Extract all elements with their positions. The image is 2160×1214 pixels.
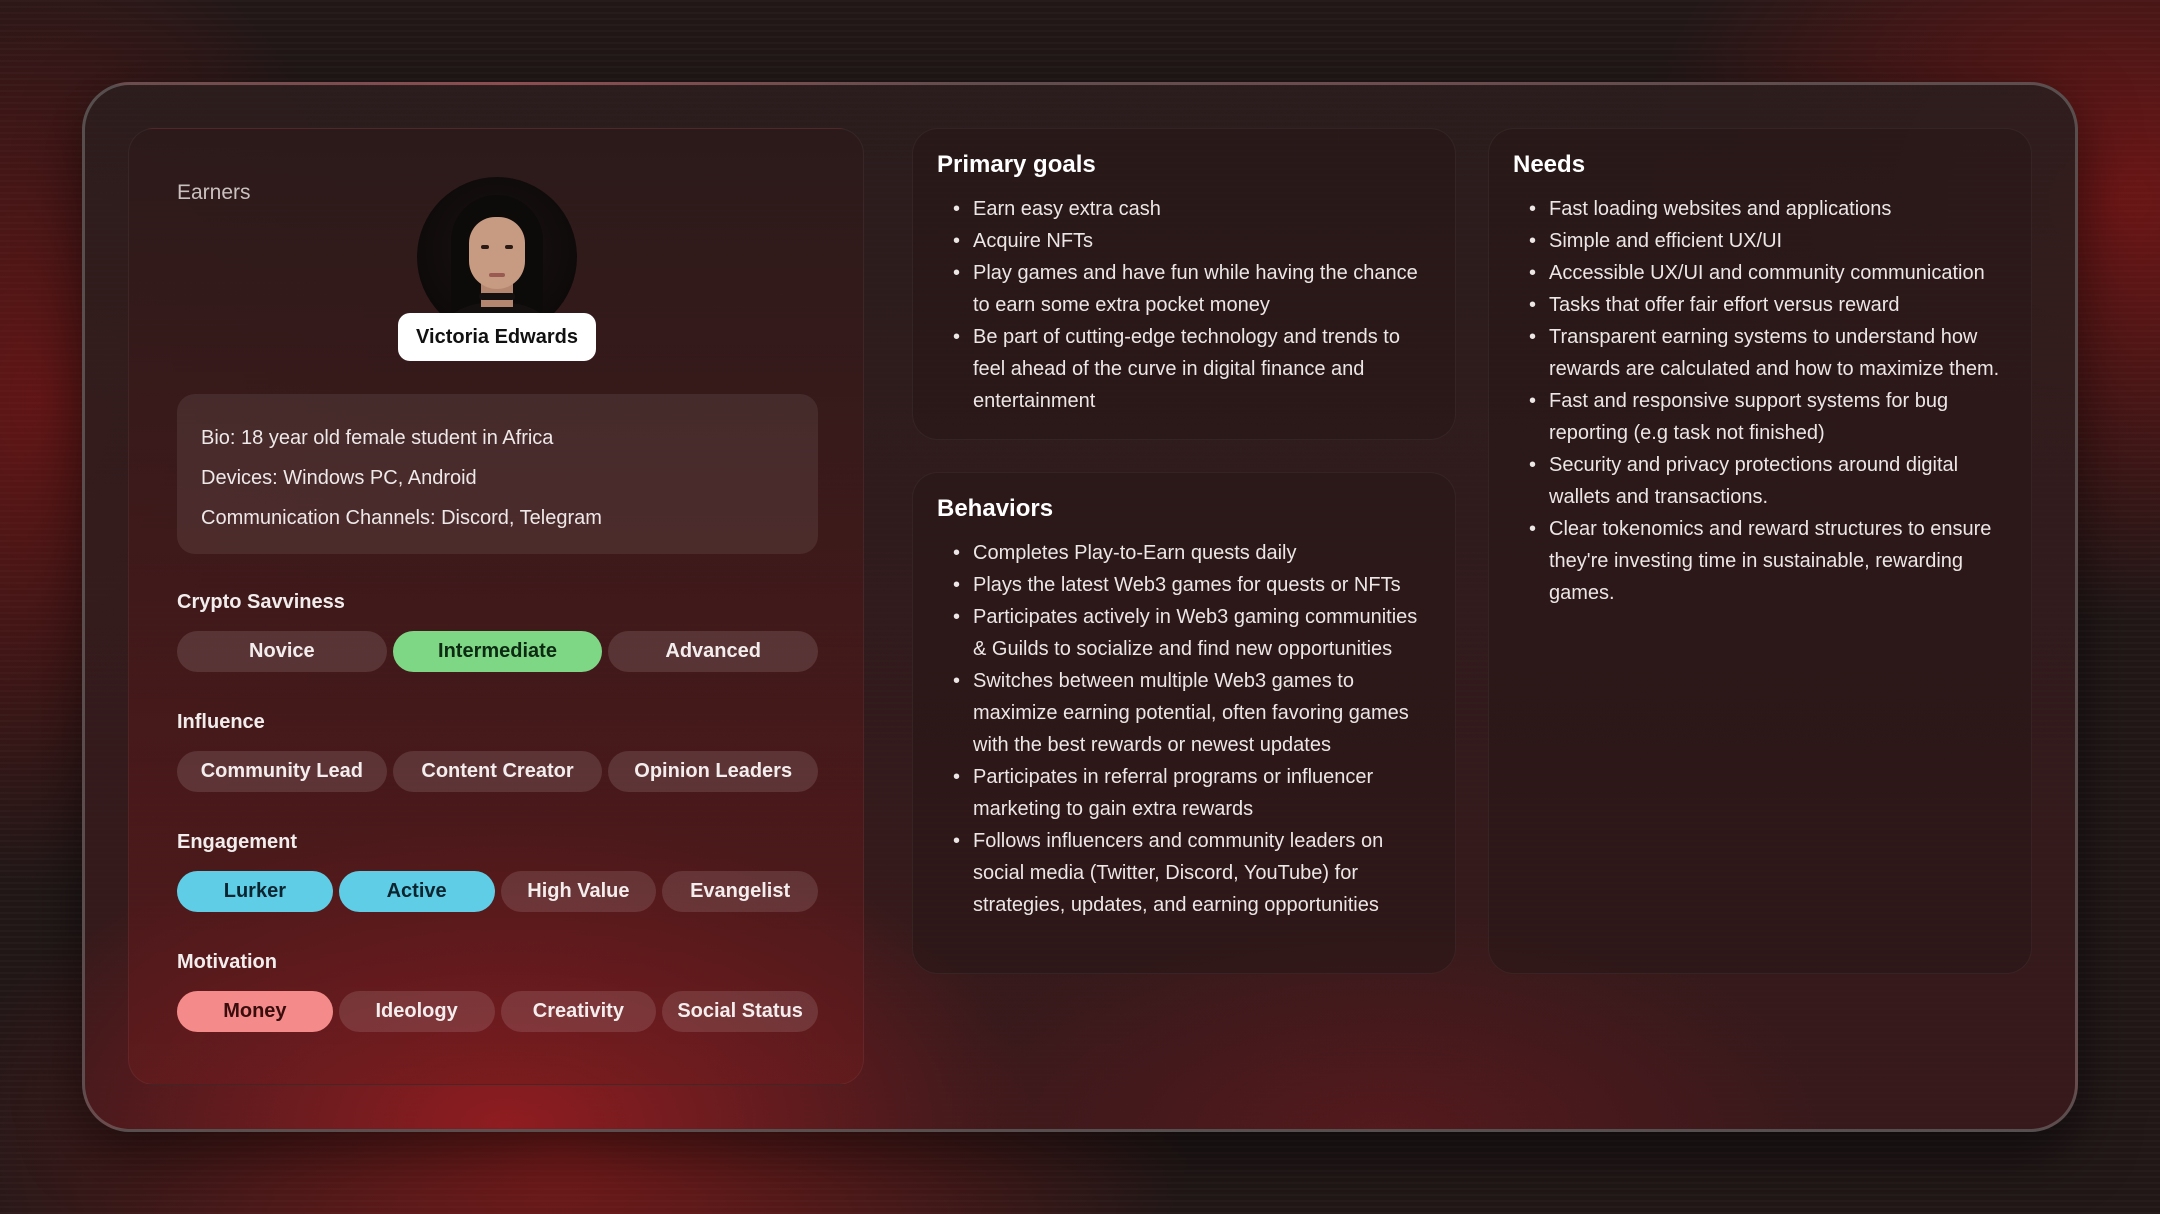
pill-active[interactable]: Active	[338, 871, 495, 912]
bio-box: Bio: 18 year old female student in Afric…	[177, 394, 818, 554]
channels-line: Communication Channels: Discord, Telegra…	[201, 507, 602, 529]
pill-creativity[interactable]: Creativity	[500, 991, 657, 1032]
list-item: Fast loading websites and applications	[1519, 193, 2009, 225]
list-item: Clear tokenomics and reward structures t…	[1519, 513, 2009, 609]
pill-content-creator[interactable]: Content Creator	[392, 751, 603, 792]
list-item: Fast and responsive support systems for …	[1519, 385, 2009, 449]
list-item: Acquire NFTs	[943, 225, 1433, 257]
pill-community-lead[interactable]: Community Lead	[177, 751, 387, 792]
pill-advanced[interactable]: Advanced	[608, 631, 819, 672]
primary-goals-title: Primary goals	[937, 151, 1096, 178]
list-item: Plays the latest Web3 games for quests o…	[943, 569, 1433, 601]
persona-category: Earners	[177, 181, 251, 204]
pill-lurker[interactable]: Lurker	[177, 871, 333, 912]
list-item: Be part of cutting-edge technology and t…	[943, 321, 1433, 417]
engagement-title: Engagement	[177, 831, 298, 853]
list-item: Switches between multiple Web3 games to …	[943, 665, 1433, 761]
behaviors-card: Behaviors Completes Play-to-Earn quests …	[912, 472, 1456, 974]
primary-goals-card: Primary goals Earn easy extra cash Acqui…	[912, 128, 1456, 440]
devices-line: Devices: Windows PC, Android	[201, 467, 477, 489]
crypto-savviness-options: Novice Intermediate Advanced	[177, 631, 819, 673]
pill-evangelist[interactable]: Evangelist	[662, 871, 818, 912]
list-item: Simple and efficient UX/UI	[1519, 225, 2009, 257]
behaviors-list: Completes Play-to-Earn quests daily Play…	[943, 537, 1433, 921]
influence-options: Community Lead Content Creator Opinion L…	[177, 751, 819, 793]
list-item: Completes Play-to-Earn quests daily	[943, 537, 1433, 569]
engagement-options: Lurker Active High Value Evangelist	[177, 871, 818, 913]
list-item: Accessible UX/UI and community communica…	[1519, 257, 2009, 289]
pill-novice[interactable]: Novice	[177, 631, 387, 672]
list-item: Play games and have fun while having the…	[943, 257, 1433, 321]
list-item: Earn easy extra cash	[943, 193, 1433, 225]
persona-name: Victoria Edwards	[398, 313, 596, 361]
behaviors-title: Behaviors	[937, 495, 1054, 522]
profile-card: Earners Victoria Edwards Bio: 18 year ol…	[128, 128, 864, 1085]
pill-opinion-leaders[interactable]: Opinion Leaders	[608, 751, 819, 792]
pill-social-status[interactable]: Social Status	[662, 991, 818, 1032]
list-item: Tasks that offer fair effort versus rewa…	[1519, 289, 2009, 321]
primary-goals-list: Earn easy extra cash Acquire NFTs Play g…	[943, 193, 1433, 417]
needs-card: Needs Fast loading websites and applicat…	[1488, 128, 2032, 974]
motivation-options: Money Ideology Creativity Social Status	[177, 991, 818, 1033]
needs-title: Needs	[1513, 151, 1586, 178]
list-item: Participates actively in Web3 gaming com…	[943, 601, 1433, 665]
motivation-title: Motivation	[177, 951, 277, 973]
pill-ideology[interactable]: Ideology	[338, 991, 495, 1032]
list-item: Follows influencers and community leader…	[943, 825, 1433, 921]
crypto-savviness-title: Crypto Savviness	[177, 591, 345, 613]
list-item: Participates in referral programs or inf…	[943, 761, 1433, 825]
influence-title: Influence	[177, 711, 265, 733]
list-item: Security and privacy protections around …	[1519, 449, 2009, 513]
pill-money[interactable]: Money	[177, 991, 333, 1032]
list-item: Transparent earning systems to understan…	[1519, 321, 2009, 385]
bio-line: Bio: 18 year old female student in Afric…	[201, 427, 554, 449]
needs-list: Fast loading websites and applications S…	[1519, 193, 2009, 609]
pill-high-value[interactable]: High Value	[500, 871, 657, 912]
pill-intermediate[interactable]: Intermediate	[392, 631, 603, 672]
